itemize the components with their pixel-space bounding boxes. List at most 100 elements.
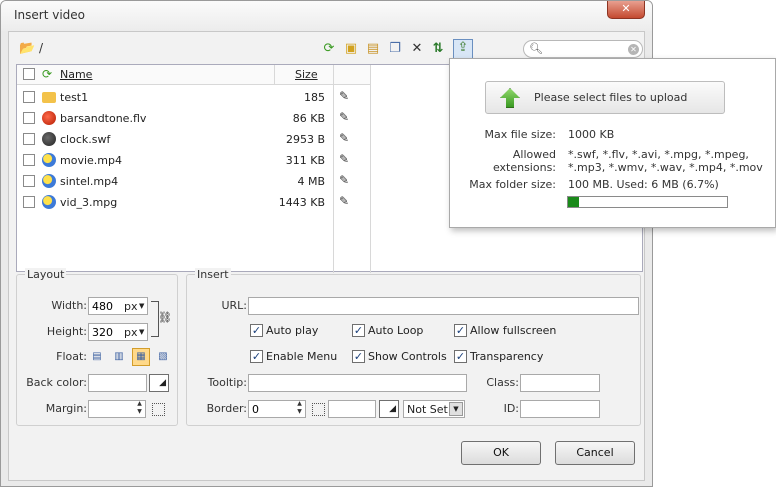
enable-menu-label: Enable Menu bbox=[266, 350, 338, 363]
paste-icon[interactable]: ▤ bbox=[365, 41, 381, 57]
class-field bbox=[520, 374, 600, 392]
float-none-icon[interactable]: ▤ bbox=[88, 348, 106, 366]
auto-loop-checkbox[interactable]: ✓ bbox=[352, 324, 365, 337]
list-preview-divider bbox=[370, 65, 371, 273]
row-checkbox[interactable] bbox=[23, 112, 35, 124]
file-list-header: ⟳ Name Size bbox=[17, 65, 370, 85]
show-controls-checkbox[interactable]: ✓ bbox=[352, 350, 365, 363]
edit-pencil-icon[interactable]: ✎ bbox=[339, 194, 349, 208]
edit-pencil-icon[interactable]: ✎ bbox=[339, 173, 349, 187]
file-row[interactable]: clock.swf 2953 B ✎ bbox=[17, 129, 370, 150]
link-chain-icon[interactable]: ⛓ bbox=[158, 311, 172, 324]
clear-search-icon[interactable]: ✕ bbox=[628, 44, 639, 55]
row-checkbox[interactable] bbox=[23, 91, 35, 103]
url-input[interactable] bbox=[249, 298, 638, 314]
border-color-field bbox=[328, 400, 376, 418]
file-row[interactable]: vid_3.mpg 1443 KB ✎ bbox=[17, 192, 370, 213]
file-size: 311 KB bbox=[285, 154, 325, 167]
file-name[interactable]: sintel.mp4 bbox=[60, 175, 118, 188]
new-folder-icon[interactable]: ▣ bbox=[343, 41, 359, 57]
max-folder-size-label: Max folder size: bbox=[469, 178, 556, 191]
insert-fieldset: Insert URL: ✓ Auto play ✓ Auto Loop ✓ Al… bbox=[186, 268, 641, 426]
flash-video-icon bbox=[42, 111, 56, 125]
sort-icon[interactable]: ⇅ bbox=[430, 41, 446, 57]
file-row[interactable]: movie.mp4 311 KB ✎ bbox=[17, 150, 370, 171]
border-color-picker-icon[interactable]: ◢ bbox=[379, 400, 399, 418]
file-row[interactable]: barsandtone.flv 86 KB ✎ bbox=[17, 108, 370, 129]
layout-legend: Layout bbox=[25, 268, 67, 281]
upload-icon[interactable]: ⇪ bbox=[453, 39, 473, 59]
select-all-checkbox[interactable] bbox=[23, 68, 35, 80]
insert-legend: Insert bbox=[195, 268, 231, 281]
edit-pencil-icon[interactable]: ✎ bbox=[339, 89, 349, 103]
enable-menu-checkbox[interactable]: ✓ bbox=[250, 350, 263, 363]
float-right-icon[interactable]: ▧ bbox=[154, 348, 172, 366]
refresh-icon[interactable]: ⟳ bbox=[321, 41, 337, 57]
back-color-picker-icon[interactable]: ◢ bbox=[149, 374, 169, 392]
transparency-checkbox[interactable]: ✓ bbox=[454, 350, 467, 363]
allow-fullscreen-label: Allow fullscreen bbox=[470, 324, 557, 337]
back-color-input[interactable] bbox=[89, 375, 146, 391]
border-style-select[interactable]: Not Set ▼ bbox=[403, 400, 465, 418]
chevron-down-icon[interactable]: ▼ bbox=[139, 328, 144, 336]
ok-button[interactable]: OK bbox=[461, 441, 541, 465]
file-row[interactable]: test1 185 ✎ bbox=[17, 87, 370, 108]
row-checkbox[interactable] bbox=[23, 175, 35, 187]
url-field bbox=[248, 297, 639, 315]
border-width-input[interactable] bbox=[249, 401, 293, 417]
copy-icon[interactable]: ❐ bbox=[387, 41, 403, 57]
margin-spinner-icon[interactable]: ▲ ▼ bbox=[134, 400, 145, 418]
height-input[interactable] bbox=[89, 324, 121, 340]
column-header-size[interactable]: Size bbox=[295, 68, 318, 81]
width-input[interactable] bbox=[89, 298, 121, 314]
close-button[interactable]: ✕ bbox=[607, 1, 645, 19]
chevron-down-icon[interactable]: ▼ bbox=[449, 402, 463, 416]
file-name[interactable]: vid_3.mpg bbox=[60, 196, 117, 209]
file-name[interactable]: barsandtone.flv bbox=[60, 112, 146, 125]
margin-box-icon[interactable] bbox=[152, 403, 165, 416]
chevron-down-icon[interactable]: ▼ bbox=[139, 302, 144, 310]
upload-popup: Please select files to upload Max file s… bbox=[449, 58, 776, 228]
cancel-button[interactable]: Cancel bbox=[555, 441, 635, 465]
folder-usage-progress bbox=[567, 196, 728, 208]
title-bar: Insert video ✕ bbox=[1, 1, 652, 31]
dialog-title: Insert video bbox=[14, 8, 86, 22]
border-spinner-icon[interactable]: ▲ ▼ bbox=[294, 400, 305, 418]
tooltip-input[interactable] bbox=[249, 375, 466, 391]
edit-pencil-icon[interactable]: ✎ bbox=[339, 110, 349, 124]
open-folder-icon[interactable]: 📂 bbox=[19, 41, 35, 57]
row-checkbox[interactable] bbox=[23, 133, 35, 145]
delete-icon[interactable]: ✕ bbox=[409, 41, 425, 57]
float-label: Float: bbox=[56, 350, 87, 363]
file-row[interactable]: sintel.mp4 4 MB ✎ bbox=[17, 171, 370, 192]
allowed-extensions-label: Allowed extensions: bbox=[492, 148, 556, 174]
file-name[interactable]: clock.swf bbox=[60, 133, 110, 146]
file-size: 1443 KB bbox=[278, 196, 325, 209]
select-files-label: Please select files to upload bbox=[534, 91, 688, 104]
allowed-extensions-line2: *.mp3, *.wmv, *.wav, *.mp4, *.mov bbox=[568, 161, 763, 174]
margin-input[interactable] bbox=[89, 401, 133, 417]
edit-pencil-icon[interactable]: ✎ bbox=[339, 152, 349, 166]
height-unit-select[interactable]: px bbox=[124, 326, 138, 339]
column-header-name[interactable]: Name bbox=[60, 68, 92, 81]
row-checkbox[interactable] bbox=[23, 196, 35, 208]
video-file-icon bbox=[42, 153, 56, 167]
search-input[interactable] bbox=[542, 42, 626, 56]
allow-fullscreen-checkbox[interactable]: ✓ bbox=[454, 324, 467, 337]
file-name[interactable]: movie.mp4 bbox=[60, 154, 122, 167]
id-input[interactable] bbox=[521, 401, 599, 417]
float-center-icon[interactable]: ▦ bbox=[132, 348, 150, 366]
float-left-icon[interactable]: ▥ bbox=[110, 348, 128, 366]
refresh-list-icon[interactable]: ⟳ bbox=[42, 67, 52, 81]
class-input[interactable] bbox=[521, 375, 599, 391]
file-name[interactable]: test1 bbox=[60, 91, 88, 104]
width-unit-select[interactable]: px bbox=[124, 300, 138, 313]
row-checkbox[interactable] bbox=[23, 154, 35, 166]
folder-icon bbox=[42, 92, 56, 103]
edit-pencil-icon[interactable]: ✎ bbox=[339, 131, 349, 145]
max-file-size-label: Max file size: bbox=[484, 128, 556, 141]
auto-play-checkbox[interactable]: ✓ bbox=[250, 324, 263, 337]
border-color-input[interactable] bbox=[329, 401, 375, 417]
border-box-icon[interactable] bbox=[312, 403, 325, 416]
select-files-button[interactable]: Please select files to upload bbox=[485, 81, 725, 114]
